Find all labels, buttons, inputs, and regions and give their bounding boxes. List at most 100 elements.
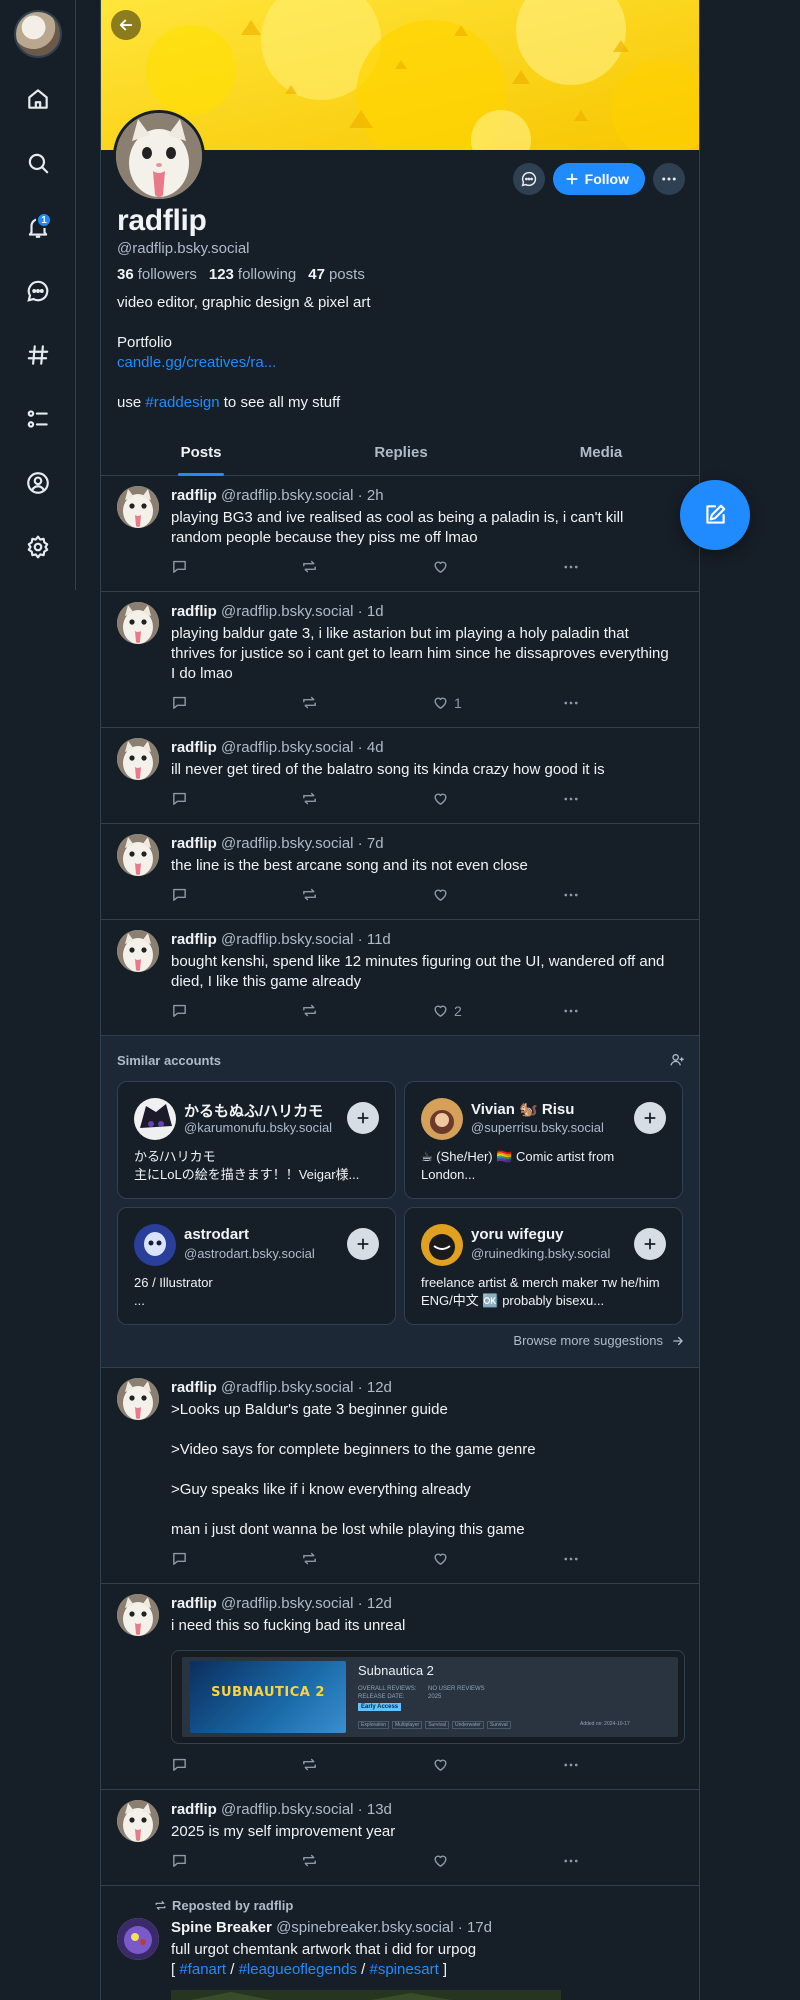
post-menu-button[interactable] bbox=[562, 1002, 580, 1020]
post-item[interactable]: radflip @radflip.bsky.social · 4d ill ne… bbox=[101, 728, 699, 824]
repost-button[interactable] bbox=[301, 694, 318, 711]
repost-button[interactable] bbox=[301, 1756, 318, 1773]
follow-suggested-button[interactable] bbox=[634, 1228, 666, 1260]
avatar[interactable] bbox=[117, 486, 159, 528]
message-button[interactable] bbox=[512, 163, 545, 195]
back-button[interactable] bbox=[111, 10, 141, 40]
post-menu-button[interactable] bbox=[562, 558, 580, 576]
follow-button[interactable]: Follow bbox=[552, 163, 645, 195]
post-menu-button[interactable] bbox=[562, 886, 580, 904]
suggested-account-card[interactable]: かるもぬふ/ハリカモ @karumonufu.bsky.social かる/ハリ… bbox=[117, 1081, 396, 1199]
avatar[interactable] bbox=[117, 1594, 159, 1636]
follow-suggested-button[interactable] bbox=[347, 1228, 379, 1260]
post-author[interactable]: radflip bbox=[171, 1801, 217, 1818]
more-options-button[interactable] bbox=[653, 163, 685, 195]
avatar[interactable] bbox=[117, 834, 159, 876]
post-item[interactable]: radflip @radflip.bsky.social · 13d 2025 … bbox=[101, 1790, 699, 1886]
tab-replies[interactable]: Replies bbox=[301, 436, 501, 475]
link-card[interactable]: SUBNAUTICA 2 Subnautica 2 OVERALL REVIEW… bbox=[171, 1650, 685, 1744]
repost-button[interactable] bbox=[301, 1002, 318, 1019]
post-item[interactable]: radflip @radflip.bsky.social · 2h playin… bbox=[101, 476, 699, 592]
list-icon[interactable] bbox=[22, 403, 54, 435]
gear-icon[interactable] bbox=[22, 531, 54, 563]
reply-button[interactable] bbox=[171, 1002, 188, 1019]
repost-button[interactable] bbox=[301, 790, 318, 807]
post-author[interactable]: radflip bbox=[171, 487, 217, 504]
repost-item[interactable]: Reposted by radflip Spine Breaker @spine… bbox=[101, 1886, 699, 2000]
hashtag-link[interactable]: #leagueoflegends bbox=[239, 1961, 357, 1978]
post-menu-button[interactable] bbox=[562, 790, 580, 808]
repost-button[interactable] bbox=[301, 558, 318, 575]
avatar[interactable] bbox=[117, 1378, 159, 1420]
reply-button[interactable] bbox=[171, 886, 188, 903]
avatar[interactable] bbox=[117, 930, 159, 972]
hashtag-icon[interactable] bbox=[22, 339, 54, 371]
profile-icon[interactable] bbox=[22, 467, 54, 499]
post-menu-button[interactable] bbox=[562, 1550, 580, 1568]
post-author[interactable]: radflip bbox=[171, 931, 217, 948]
chat-icon[interactable] bbox=[22, 275, 54, 307]
bio-link[interactable]: candle.gg/creatives/ra... bbox=[117, 354, 276, 371]
reply-button[interactable] bbox=[171, 1756, 188, 1773]
post-image[interactable] bbox=[171, 1990, 561, 2000]
post-item[interactable]: radflip @radflip.bsky.social · 11d bough… bbox=[101, 920, 699, 1036]
browse-suggestions-link[interactable]: Browse more suggestions bbox=[513, 1333, 685, 1348]
avatar[interactable] bbox=[117, 1918, 159, 1960]
search-icon[interactable] bbox=[22, 147, 54, 179]
post-menu-button[interactable] bbox=[562, 694, 580, 712]
post-actions bbox=[171, 790, 591, 810]
home-icon[interactable] bbox=[22, 83, 54, 115]
avatar[interactable] bbox=[117, 738, 159, 780]
reply-button[interactable] bbox=[171, 1550, 188, 1567]
post-item[interactable]: radflip @radflip.bsky.social · 12d >Look… bbox=[101, 1368, 699, 1584]
like-button[interactable] bbox=[432, 790, 454, 807]
post-author[interactable]: radflip bbox=[171, 739, 217, 756]
bio-hashtag[interactable]: #raddesign bbox=[145, 394, 219, 411]
suggested-account-card[interactable]: yoru wifeguy @ruinedking.bsky.social fre… bbox=[404, 1207, 683, 1325]
post-text: >Looks up Baldur's gate 3 beginner guide… bbox=[171, 1401, 536, 1538]
follow-suggested-button[interactable] bbox=[347, 1102, 379, 1134]
post-author[interactable]: radflip bbox=[171, 835, 217, 852]
post-menu-button[interactable] bbox=[562, 1756, 580, 1774]
reply-button[interactable] bbox=[171, 558, 188, 575]
tab-posts[interactable]: Posts bbox=[101, 436, 301, 476]
repost-button[interactable] bbox=[301, 886, 318, 903]
like-button[interactable]: 2 bbox=[432, 1002, 462, 1019]
post-author[interactable]: radflip bbox=[171, 1379, 217, 1396]
post-author[interactable]: radflip bbox=[171, 1595, 217, 1612]
browse-label: Browse more suggestions bbox=[513, 1333, 663, 1348]
suggested-account-card[interactable]: Vivian 🐿️ Risu @superrisu.bsky.social ☕ … bbox=[404, 1081, 683, 1199]
post-item[interactable]: radflip @radflip.bsky.social · 7d the li… bbox=[101, 824, 699, 920]
repost-button[interactable] bbox=[301, 1550, 318, 1567]
hashtag-link[interactable]: #spinesart bbox=[370, 1961, 439, 1978]
avatar[interactable] bbox=[117, 602, 159, 644]
post-item[interactable]: radflip @radflip.bsky.social · 1d playin… bbox=[101, 592, 699, 728]
like-button[interactable] bbox=[432, 886, 454, 903]
like-button[interactable] bbox=[432, 558, 454, 575]
like-button[interactable] bbox=[432, 1852, 454, 1869]
compose-button[interactable] bbox=[680, 480, 750, 550]
post-menu-button[interactable] bbox=[562, 1852, 580, 1870]
reply-button[interactable] bbox=[171, 1852, 188, 1869]
like-button[interactable] bbox=[432, 1756, 454, 1773]
suggested-description: かる/ハリカモ 主にLoLの絵を描きます！！Veigar様... bbox=[134, 1149, 360, 1182]
repost-button[interactable] bbox=[301, 1852, 318, 1869]
suggested-account-card[interactable]: astrodart @astrodart.bsky.social 26 / Il… bbox=[117, 1207, 396, 1325]
post-item[interactable]: radflip @radflip.bsky.social · 12d i nee… bbox=[101, 1584, 699, 1790]
reply-button[interactable] bbox=[171, 694, 188, 711]
followers-stat[interactable]: 36 followers bbox=[117, 266, 197, 283]
like-button[interactable] bbox=[432, 1550, 454, 1567]
follow-suggested-button[interactable] bbox=[634, 1102, 666, 1134]
post-author[interactable]: Spine Breaker bbox=[171, 1919, 272, 1936]
hashtag-link[interactable]: #fanart bbox=[179, 1961, 226, 1978]
profile-feed: Follow radflip @radflip.bsky.social 36 fo… bbox=[100, 0, 700, 2000]
tab-media[interactable]: Media bbox=[501, 436, 699, 475]
reply-button[interactable] bbox=[171, 790, 188, 807]
avatar[interactable] bbox=[117, 1800, 159, 1842]
user-avatar[interactable] bbox=[14, 10, 62, 58]
profile-avatar[interactable] bbox=[113, 110, 205, 202]
profile-actions: Follow bbox=[512, 163, 685, 195]
like-button[interactable]: 1 bbox=[432, 694, 462, 711]
post-author[interactable]: radflip bbox=[171, 603, 217, 620]
following-stat[interactable]: 123 following bbox=[209, 266, 296, 283]
